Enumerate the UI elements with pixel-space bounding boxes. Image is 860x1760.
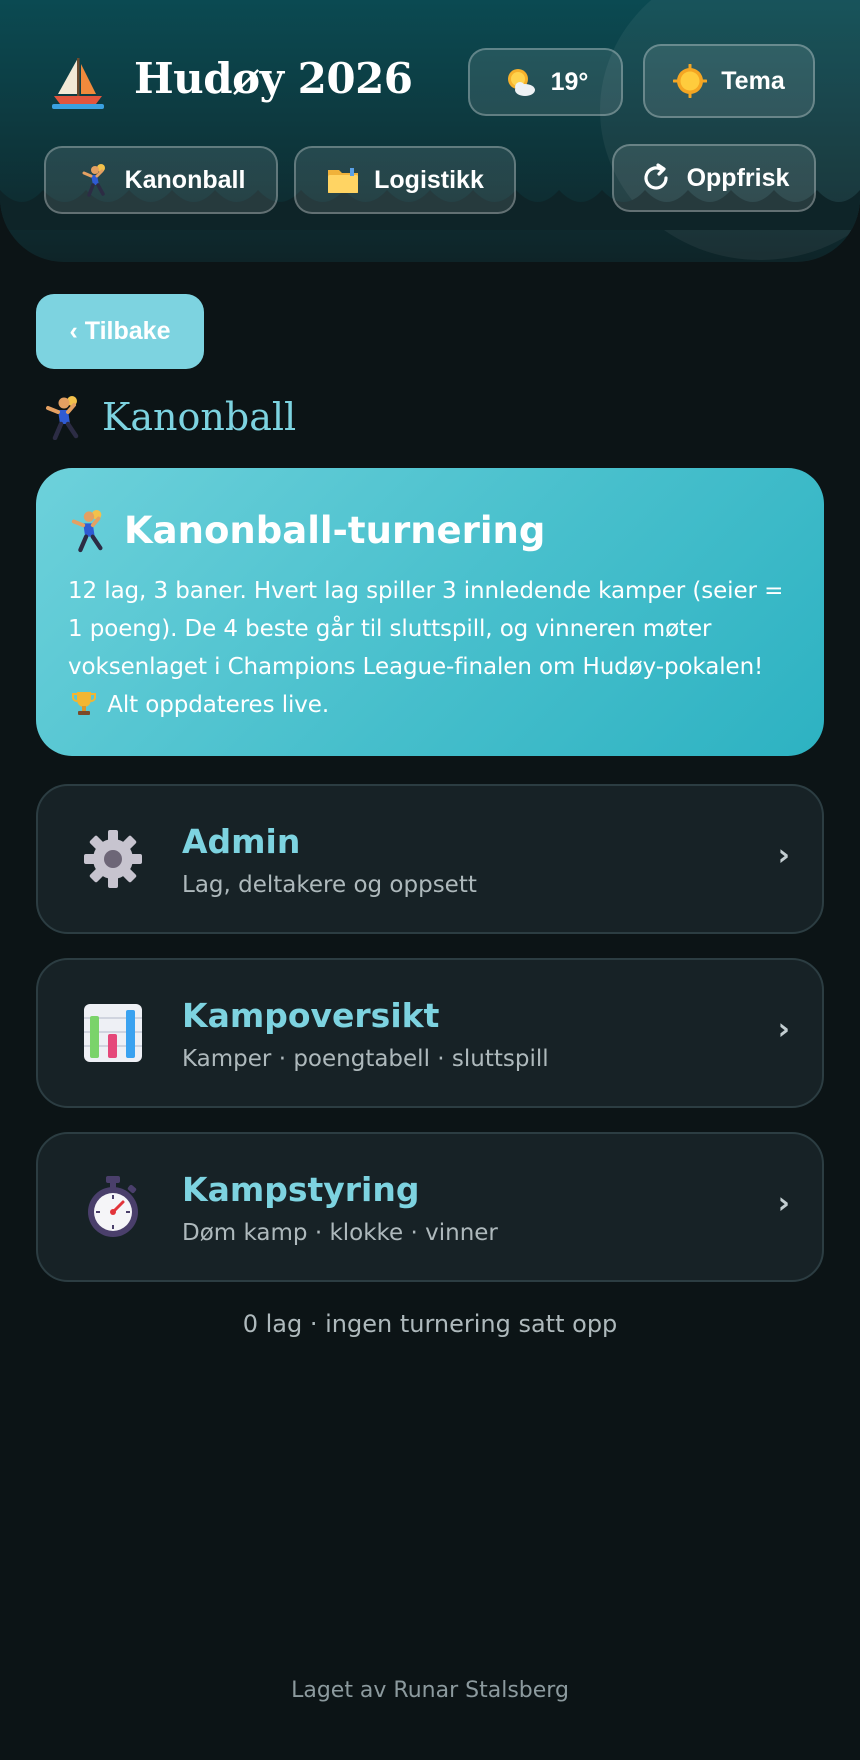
theme-button-label: Tema [721, 66, 785, 95]
refresh-button-label: Oppfrisk [686, 163, 790, 192]
chevron-right-icon: › [777, 1012, 790, 1047]
footer-credit: Laget av Runar Stalsberg [291, 1678, 569, 1703]
chevron-right-icon: › [777, 838, 790, 873]
tournament-status-text: 0 lag · ingen turnering satt opp [242, 1310, 618, 1338]
menu-card-kampoversikt[interactable]: Kampoversikt Kamper · poengtabell · slut… [36, 958, 824, 1108]
tournament-live-text: Alt oppdateres live. [107, 692, 330, 718]
trophy-icon [72, 692, 96, 715]
app-header: Hudøy 2026 19° Tema Kanonball Logistikk … [0, 0, 860, 262]
page-title: Kanonball [42, 392, 296, 442]
theme-button[interactable]: Tema [643, 44, 815, 118]
tournament-description-text: 12 lag, 3 baner. Hvert lag spiller 3 inn… [68, 578, 784, 680]
handball-player-icon [46, 396, 79, 440]
tournament-info-card: Kanonball-turnering 12 lag, 3 baner. Hve… [36, 468, 824, 756]
page-title-text: Kanonball [102, 395, 297, 439]
menu-card-subtitle: Døm kamp · klokke · vinner [182, 1220, 498, 1246]
menu-card-title: Kampstyring [182, 1170, 420, 1209]
menu-card-subtitle: Lag, deltakere og oppsett [182, 872, 477, 898]
handball-player-icon [82, 164, 105, 197]
tournament-info-description: 12 lag, 3 baner. Hvert lag spiller 3 inn… [68, 572, 788, 724]
app-title: Hudøy 2026 [134, 54, 413, 103]
weather-temperature: 19° [550, 67, 589, 96]
back-button[interactable]: ‹ Tilbake [36, 294, 204, 369]
nav-kanonball[interactable]: Kanonball [44, 146, 278, 214]
sailboat-icon [52, 58, 104, 109]
nav-logistikk[interactable]: Logistikk [294, 146, 516, 214]
nav-logistikk-label: Logistikk [374, 165, 484, 194]
tournament-info-header: Kanonball-turnering [68, 502, 788, 558]
menu-card-admin[interactable]: Admin Lag, deltakere og oppsett › [36, 784, 824, 934]
menu-card-title: Kampoversikt [182, 996, 440, 1035]
refresh-button[interactable]: Oppfrisk [612, 144, 816, 212]
handball-player-icon [71, 510, 103, 553]
menu-card-title: Admin [182, 822, 301, 861]
weather-widget[interactable]: 19° [468, 48, 623, 116]
tournament-info-title: Kanonball-turnering [124, 508, 546, 552]
sun-behind-cloud-icon [507, 69, 535, 96]
folder-icon [328, 168, 359, 193]
nav-kanonball-label: Kanonball [124, 165, 246, 194]
sun-icon [673, 64, 708, 98]
stopwatch-icon [88, 1176, 138, 1237]
refresh-icon [644, 163, 668, 190]
chevron-right-icon: › [777, 1186, 790, 1221]
menu-card-subtitle: Kamper · poengtabell · sluttspill [182, 1046, 549, 1072]
menu-card-kampstyring[interactable]: Kampstyring Døm kamp · klokke · vinner › [36, 1132, 824, 1282]
gear-icon [84, 830, 142, 888]
bar-chart-icon [84, 1004, 142, 1062]
